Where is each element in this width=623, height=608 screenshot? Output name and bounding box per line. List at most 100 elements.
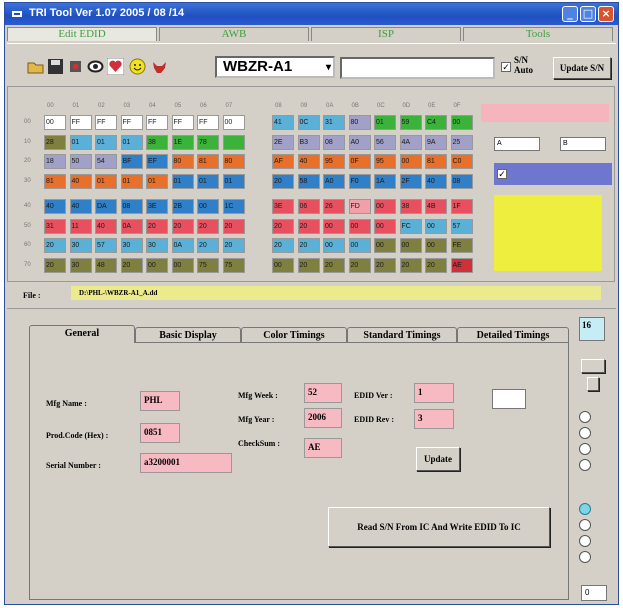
side-value-top[interactable]: 16 <box>579 317 605 341</box>
edid-byte-cell[interactable]: 4A <box>399 134 422 150</box>
edid-byte-cell[interactable]: 00 <box>146 257 168 273</box>
edid-byte-cell[interactable]: 40 <box>44 199 66 214</box>
side-input-b[interactable]: B <box>560 137 606 151</box>
edid-byte-cell[interactable]: 20 <box>374 257 396 273</box>
edid-byte-cell[interactable]: 41 <box>272 115 294 130</box>
edid-byte-cell[interactable]: F0 <box>348 173 371 189</box>
chevron-down-icon[interactable]: ▾ <box>326 59 331 77</box>
radio-5[interactable] <box>579 503 591 515</box>
edid-byte-cell[interactable]: 01 <box>197 173 219 189</box>
edid-byte-cell[interactable]: 00 <box>323 238 345 253</box>
heart-icon[interactable] <box>107 58 124 75</box>
edid-byte-cell[interactable]: 80 <box>171 154 194 169</box>
edid-byte-cell[interactable]: 95 <box>374 154 396 169</box>
write-edid-button[interactable]: Read S/N From IC And Write EDID To IC <box>328 507 550 547</box>
edid-byte-cell[interactable]: 20 <box>348 257 371 273</box>
model-select[interactable]: WBZR-A1 ▾ <box>215 56 335 78</box>
edid-byte-cell[interactable]: 20 <box>323 257 345 273</box>
edid-byte-cell[interactable]: 20 <box>120 257 143 273</box>
edid-byte-cell[interactable]: 50 <box>69 154 92 169</box>
edid-byte-cell[interactable]: 00 <box>171 257 194 273</box>
edid-byte-cell[interactable]: 95 <box>323 154 345 169</box>
edid-byte-cell[interactable]: 00 <box>425 238 447 253</box>
option-checkbox[interactable]: ✓ <box>497 169 507 179</box>
edid-byte-cell[interactable]: 2B <box>171 199 194 214</box>
tab-edit-edid[interactable]: Edit EDID <box>7 27 157 41</box>
edid-ver-field[interactable]: 1 <box>414 383 454 403</box>
bull-icon[interactable] <box>151 58 168 75</box>
edid-byte-cell[interactable]: 01 <box>69 134 92 150</box>
edid-byte-cell[interactable]: 1E <box>171 134 194 150</box>
update-button[interactable]: Update <box>416 447 460 471</box>
edid-byte-cell[interactable]: 20 <box>197 218 219 234</box>
serial-number-field[interactable]: a3200001 <box>140 453 232 473</box>
edid-byte-cell[interactable]: 31 <box>44 218 66 234</box>
radio-7[interactable] <box>579 535 591 547</box>
serial-number-input[interactable] <box>340 57 495 79</box>
edid-byte-cell[interactable]: 20 <box>197 238 219 253</box>
edid-byte-cell[interactable]: 3E <box>272 199 294 214</box>
edid-byte-cell[interactable]: EF <box>146 154 168 169</box>
side-button-2[interactable] <box>587 377 599 391</box>
edid-byte-cell[interactable]: 20 <box>44 238 66 253</box>
sn-auto-checkbox[interactable]: ✓ <box>501 62 511 72</box>
edid-byte-cell[interactable]: 38 <box>146 134 168 150</box>
edid-byte-cell[interactable]: 06 <box>297 199 320 214</box>
edid-byte-cell[interactable]: FF <box>120 115 143 130</box>
edid-byte-cell[interactable]: 2F <box>399 173 422 189</box>
edid-byte-cell[interactable]: 00 <box>197 199 219 214</box>
edid-byte-cell[interactable]: 20 <box>44 257 66 273</box>
radio-1[interactable] <box>579 411 591 423</box>
edid-byte-cell[interactable]: BF <box>120 154 143 169</box>
edid-byte-cell[interactable]: 20 <box>399 257 422 273</box>
radio-4[interactable] <box>579 459 591 471</box>
edid-byte-cell[interactable]: 00 <box>44 115 66 130</box>
side-input-a[interactable]: A <box>494 137 540 151</box>
edid-byte-cell[interactable]: 2E <box>272 134 294 150</box>
checksum-field[interactable]: AE <box>304 438 342 458</box>
edid-byte-cell[interactable]: 00 <box>425 218 447 234</box>
edid-byte-cell[interactable]: 11 <box>69 218 92 234</box>
close-icon[interactable]: × <box>598 6 614 22</box>
edid-byte-cell[interactable]: 40 <box>69 173 92 189</box>
edid-byte-cell[interactable]: 58 <box>297 173 320 189</box>
edid-byte-cell[interactable]: 00 <box>374 218 396 234</box>
edid-byte-cell[interactable]: 4B <box>425 199 447 214</box>
edid-byte-cell[interactable]: 08 <box>120 199 143 214</box>
edid-byte-cell[interactable]: 01 <box>222 173 245 189</box>
edid-rev-field[interactable]: 3 <box>414 409 454 429</box>
mfg-year-field[interactable]: 2006 <box>304 408 342 428</box>
edid-byte-cell[interactable]: 3E <box>146 199 168 214</box>
edid-byte-cell[interactable]: 25 <box>450 134 473 150</box>
edid-byte-cell[interactable]: 20 <box>272 173 294 189</box>
radio-2[interactable] <box>579 427 591 439</box>
tab-general[interactable]: General <box>29 325 135 343</box>
side-button-1[interactable] <box>581 359 605 373</box>
edid-byte-cell[interactable]: 01 <box>374 115 396 130</box>
edid-byte-cell[interactable]: 20 <box>222 238 245 253</box>
tab-awb[interactable]: AWB <box>159 27 309 41</box>
edid-byte-cell[interactable]: 0F <box>348 154 371 169</box>
edid-byte-cell[interactable]: 01 <box>95 134 117 150</box>
mfg-week-field[interactable]: 52 <box>304 383 342 403</box>
radio-3[interactable] <box>579 443 591 455</box>
edid-byte-cell[interactable]: 81 <box>425 154 447 169</box>
edid-byte-cell[interactable]: 57 <box>95 238 117 253</box>
edid-byte-cell[interactable]: 54 <box>95 154 117 169</box>
edid-byte-cell[interactable]: 80 <box>348 115 371 130</box>
tab-basic-display[interactable]: Basic Display <box>135 327 241 343</box>
edid-byte-cell[interactable]: 20 <box>222 218 245 234</box>
edid-byte-cell[interactable]: 00 <box>348 238 371 253</box>
edid-byte-cell[interactable]: 20 <box>297 218 320 234</box>
edid-byte-cell[interactable]: 00 <box>399 154 422 169</box>
edid-byte-cell[interactable]: 0C <box>297 115 320 130</box>
radio-6[interactable] <box>579 519 591 531</box>
edid-byte-cell[interactable]: 20 <box>171 218 194 234</box>
edid-byte-cell[interactable]: 48 <box>95 257 117 273</box>
edid-byte-cell[interactable]: 08 <box>323 134 345 150</box>
edid-byte-cell[interactable]: 59 <box>399 115 422 130</box>
edid-byte-cell[interactable]: 9A <box>425 134 447 150</box>
edid-byte-cell[interactable]: 1F <box>450 199 473 214</box>
edid-byte-cell[interactable]: 20 <box>146 218 168 234</box>
edid-byte-cell[interactable]: FF <box>197 115 219 130</box>
